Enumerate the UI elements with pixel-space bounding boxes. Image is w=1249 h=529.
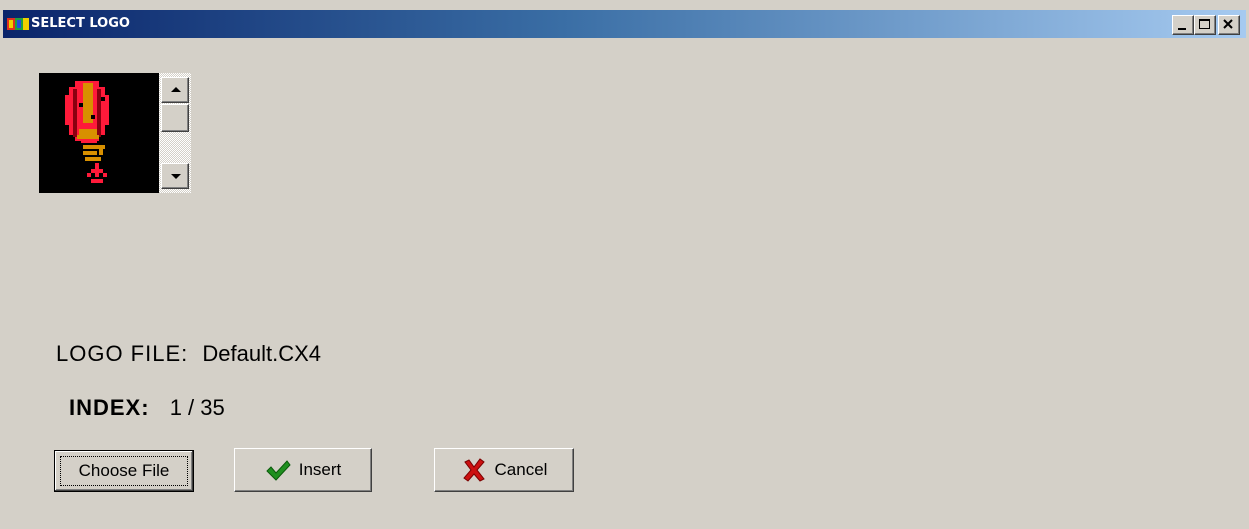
logo-preview <box>39 73 159 193</box>
maximize-button[interactable] <box>1194 15 1216 35</box>
insert-label: Insert <box>298 460 342 479</box>
select-logo-dialog: SELECT LOGO LOGO FILE: Default.CX4 INDEX… <box>0 0 1249 529</box>
close-button[interactable] <box>1218 15 1240 35</box>
scroll-thumb[interactable] <box>161 104 189 132</box>
hot-air-balloon-logo <box>65 81 109 183</box>
scroll-up-button[interactable] <box>161 77 189 103</box>
index-value: 1 / 35 <box>169 395 225 420</box>
checkmark-icon <box>266 460 291 481</box>
window-title: SELECT LOGO <box>31 16 130 31</box>
cancel-button[interactable]: Cancel <box>434 448 574 492</box>
minimize-button[interactable] <box>1172 15 1194 35</box>
x-mark-icon <box>462 458 485 482</box>
index-row: INDEX: 1 / 35 <box>69 395 225 421</box>
close-icon <box>1223 19 1233 29</box>
window-controls <box>1172 15 1240 35</box>
focus-rectangle <box>60 456 188 486</box>
cancel-label: Cancel <box>494 460 548 479</box>
arrow-up-icon <box>171 87 181 92</box>
minimize-icon <box>1178 28 1186 30</box>
logo-file-row: LOGO FILE: Default.CX4 <box>56 341 321 367</box>
logo-file-label: LOGO FILE: <box>56 341 189 366</box>
title-bar[interactable]: SELECT LOGO <box>3 10 1246 38</box>
scroll-down-button[interactable] <box>161 163 189 189</box>
index-label: INDEX: <box>69 395 150 420</box>
logo-scrollbar[interactable] <box>159 73 191 193</box>
insert-button[interactable]: Insert <box>234 448 372 492</box>
maximize-icon <box>1199 19 1210 29</box>
choose-file-button[interactable]: Choose File <box>54 450 194 492</box>
arrow-down-icon <box>171 174 181 179</box>
logo-file-value: Default.CX4 <box>202 341 322 366</box>
